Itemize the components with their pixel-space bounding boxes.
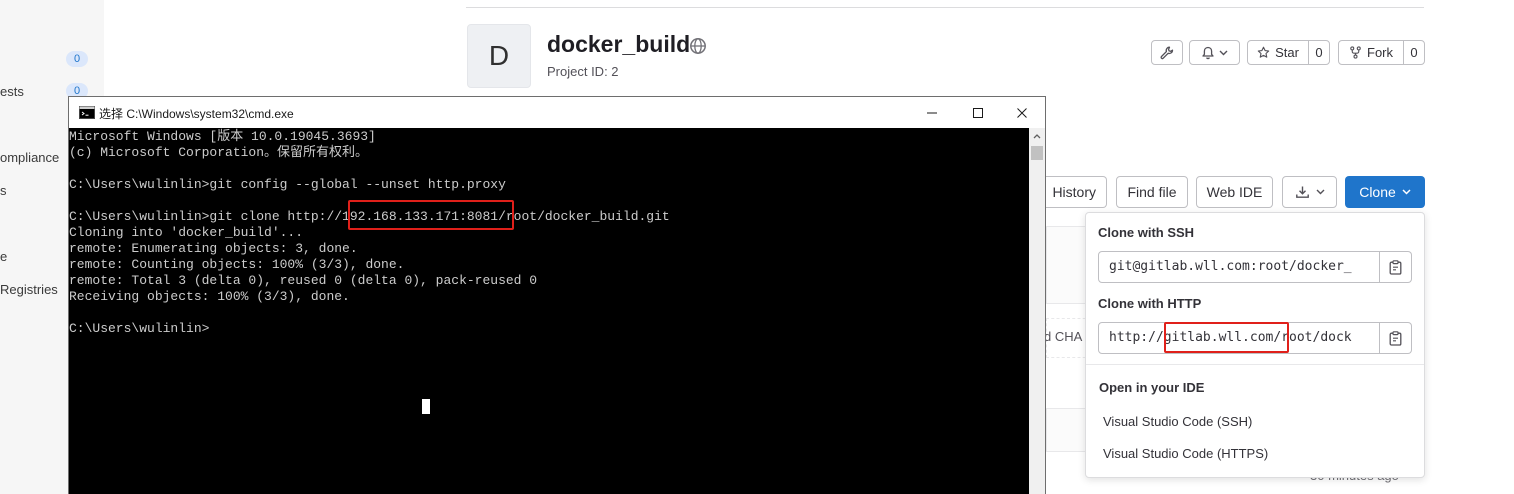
find-file-button[interactable]: Find file bbox=[1116, 176, 1188, 208]
divider bbox=[1086, 364, 1424, 365]
fork-icon bbox=[1350, 46, 1361, 59]
project-id: Project ID: 2 bbox=[547, 64, 619, 79]
chevron-down-icon bbox=[1402, 189, 1411, 195]
sidebar-badge: 0 bbox=[66, 51, 88, 67]
cmd-line: Cloning into 'docker_build'... bbox=[69, 225, 304, 240]
chevron-down-icon bbox=[1316, 189, 1324, 195]
bell-icon bbox=[1202, 46, 1214, 59]
project-title[interactable]: docker_build bbox=[547, 31, 690, 58]
cmd-window: 选择 C:\Windows\system32\cmd.exe Microsoft… bbox=[68, 96, 1046, 494]
highlight-box bbox=[1164, 322, 1289, 353]
copy-ssh-button[interactable] bbox=[1380, 251, 1412, 283]
cmd-line: remote: Enumerating objects: 3, done. bbox=[69, 241, 358, 256]
cmd-line: C:\Users\wulinlin>git config --global --… bbox=[69, 177, 506, 192]
chevron-down-icon bbox=[1219, 50, 1228, 55]
scrollbar[interactable] bbox=[1029, 128, 1045, 494]
sidebar-item-compliance[interactable]: ompliance bbox=[0, 150, 59, 165]
open-vscode-ssh[interactable]: Visual Studio Code (SSH) bbox=[1103, 414, 1252, 429]
sidebar-item-merge-requests[interactable]: ests bbox=[0, 84, 24, 99]
star-count[interactable]: 0 bbox=[1309, 41, 1329, 64]
notifications-button[interactable] bbox=[1189, 40, 1240, 65]
cmd-line: Receiving objects: 100% (3/3), done. bbox=[69, 289, 350, 304]
maximize-icon bbox=[973, 107, 983, 118]
fork-button[interactable]: Fork 0 bbox=[1338, 40, 1425, 65]
scroll-up-button[interactable] bbox=[1029, 128, 1045, 144]
cmd-line: remote: Counting objects: 100% (3/3), do… bbox=[69, 257, 405, 272]
chevron-up-icon bbox=[1033, 134, 1041, 139]
star-button[interactable]: Star 0 bbox=[1247, 40, 1330, 65]
sidebar-item-partial[interactable]: e bbox=[0, 249, 7, 264]
cmd-prompt: C:\Users\wulinlin> bbox=[69, 321, 210, 336]
cmd-line: Microsoft Windows [版本 10.0.19045.3693] bbox=[69, 129, 376, 144]
web-ide-label: Web IDE bbox=[1206, 184, 1263, 200]
history-button[interactable]: History bbox=[1041, 176, 1107, 208]
minimize-icon bbox=[927, 112, 937, 113]
ide-heading: Open in your IDE bbox=[1099, 380, 1205, 395]
download-button[interactable] bbox=[1282, 176, 1337, 208]
highlight-box bbox=[348, 200, 514, 230]
changelog-link-partial[interactable]: d CHA bbox=[1044, 329, 1082, 344]
star-icon bbox=[1257, 46, 1270, 58]
cmd-output[interactable]: Microsoft Windows [版本 10.0.19045.3693] (… bbox=[69, 128, 1029, 494]
star-label: Star bbox=[1275, 45, 1299, 60]
copy-http-button[interactable] bbox=[1380, 322, 1412, 354]
sidebar-item-partial[interactable]: s bbox=[0, 183, 7, 198]
cmd-titlebar[interactable]: 选择 C:\Windows\system32\cmd.exe bbox=[69, 97, 1045, 128]
clone-label: Clone bbox=[1359, 184, 1396, 200]
scroll-thumb[interactable] bbox=[1031, 146, 1043, 160]
cmd-line: (c) Microsoft Corporation。保留所有权利。 bbox=[69, 145, 369, 160]
fork-label: Fork bbox=[1367, 45, 1393, 60]
terminal-icon bbox=[79, 106, 95, 119]
clipboard-icon bbox=[1389, 259, 1402, 275]
sidebar-item-registries[interactable]: Registries bbox=[0, 282, 58, 297]
find-file-label: Find file bbox=[1127, 184, 1177, 200]
cmd-line: remote: Total 3 (delta 0), reused 0 (del… bbox=[69, 273, 538, 288]
text-cursor bbox=[422, 399, 430, 414]
clipboard-icon bbox=[1389, 330, 1402, 346]
history-label: History bbox=[1052, 184, 1096, 200]
globe-icon bbox=[690, 38, 706, 54]
close-button[interactable] bbox=[999, 97, 1045, 128]
maximize-button[interactable] bbox=[955, 97, 1001, 128]
project-avatar: D bbox=[467, 24, 531, 88]
minimize-button[interactable] bbox=[909, 97, 955, 128]
wrench-icon bbox=[1160, 46, 1174, 59]
clone-button[interactable]: Clone bbox=[1345, 176, 1425, 208]
cmd-title: 选择 C:\Windows\system32\cmd.exe bbox=[99, 107, 294, 121]
http-heading: Clone with HTTP bbox=[1098, 296, 1202, 311]
settings-button[interactable] bbox=[1151, 40, 1183, 65]
ssh-url-field: git@gitlab.wll.com:root/docker_ bbox=[1098, 251, 1412, 283]
web-ide-button[interactable]: Web IDE bbox=[1196, 176, 1273, 208]
download-icon bbox=[1295, 186, 1309, 198]
ssh-heading: Clone with SSH bbox=[1098, 225, 1195, 240]
fork-count[interactable]: 0 bbox=[1404, 41, 1424, 64]
open-vscode-https[interactable]: Visual Studio Code (HTTPS) bbox=[1103, 446, 1268, 461]
ssh-url-input[interactable]: git@gitlab.wll.com:root/docker_ bbox=[1098, 251, 1380, 283]
close-icon bbox=[1017, 107, 1027, 118]
divider bbox=[466, 7, 1424, 8]
